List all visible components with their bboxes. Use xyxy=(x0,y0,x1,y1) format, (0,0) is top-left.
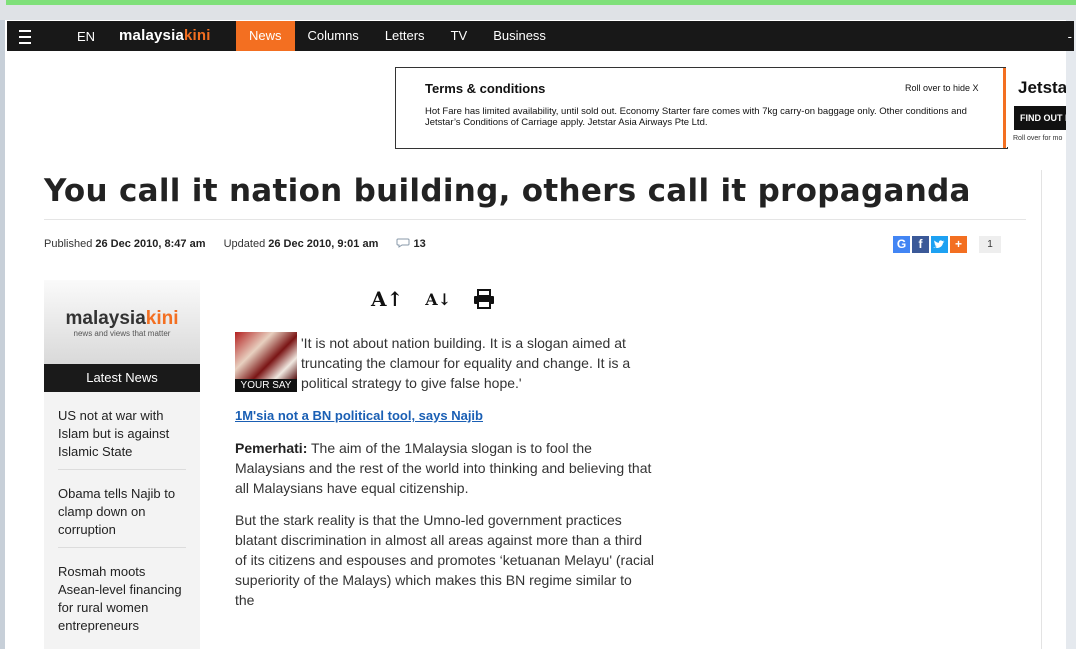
related-link-paragraph: 1M'sia not a BN political tool, says Naj… xyxy=(235,405,655,426)
share-count: 1 xyxy=(979,235,1001,253)
ad-terms-title: Terms & conditions xyxy=(425,81,546,96)
ad-hide-hint[interactable]: Roll over to hide X xyxy=(905,83,979,93)
article-tools: A↑ A↓ xyxy=(371,287,495,311)
nav-item-tv[interactable]: TV xyxy=(438,21,481,51)
ad-cta-button[interactable]: FIND OUT M xyxy=(1014,106,1066,130)
hamburger-menu-icon[interactable] xyxy=(19,26,37,46)
latest-news-heading: Latest News xyxy=(44,364,200,392)
ad-banner-terms[interactable]: Terms & conditions Roll over to hide X H… xyxy=(395,67,1008,149)
title-divider xyxy=(44,219,1026,220)
ad-brand: Jetsta xyxy=(1018,78,1066,97)
nav-item-columns[interactable]: Columns xyxy=(295,21,372,51)
nav-overflow-indicator[interactable]: - xyxy=(1068,29,1072,44)
sidebar-tagline: news and views that matter xyxy=(73,329,171,338)
printer-icon[interactable] xyxy=(473,289,495,309)
twitter-icon[interactable] xyxy=(931,235,948,253)
keyboard-image xyxy=(235,332,297,379)
content-divider xyxy=(1041,170,1042,649)
your-say-thumbnail: YOUR SAY xyxy=(235,332,297,392)
comment-author: Pemerhati: xyxy=(235,440,308,456)
ad-banner-jetstar[interactable]: Jetsta FIND OUT M Roll over for mo xyxy=(1006,67,1066,147)
nav-item-letters[interactable]: Letters xyxy=(372,21,438,51)
article-paragraph: Pemerhati: The aim of the 1Malaysia slog… xyxy=(235,438,655,498)
updated-label: Updated xyxy=(223,238,266,250)
plus-icon[interactable]: + xyxy=(950,235,967,253)
published-date: 26 Dec 2010, 8:47 am xyxy=(95,238,206,250)
share-bar: G f + 1 xyxy=(893,235,1001,253)
top-navbar: EN malaysiakini News Columns Letters TV … xyxy=(7,21,1074,51)
window-scrollbar[interactable] xyxy=(1066,20,1076,649)
nav-item-business[interactable]: Business xyxy=(480,21,559,51)
window-frame-left xyxy=(0,20,5,649)
sidebar-logo-main: malaysia xyxy=(65,308,146,329)
loading-bar xyxy=(6,0,1076,5)
latest-news-item[interactable]: US not at war with Islam but is against … xyxy=(58,392,186,470)
site-logo[interactable]: malaysiakini xyxy=(119,27,211,44)
font-decrease-button[interactable]: A↓ xyxy=(425,290,451,309)
latest-news-list: US not at war with Islam but is against … xyxy=(44,392,200,643)
sidebar-logo-accent: kini xyxy=(145,308,179,329)
latest-news-item[interactable]: Obama tells Najib to clamp down on corru… xyxy=(58,470,186,548)
comment-count[interactable]: 13 xyxy=(414,238,426,250)
article-meta: Published 26 Dec 2010, 8:47 am Updated 2… xyxy=(44,238,426,250)
your-say-label: YOUR SAY xyxy=(235,379,297,392)
language-switch[interactable]: EN xyxy=(77,29,95,44)
article-lead: YOUR SAY 'It is not about nation buildin… xyxy=(235,332,655,393)
sidebar-logo[interactable]: malaysiakini news and views that matter xyxy=(44,280,200,364)
facebook-icon[interactable]: f xyxy=(912,235,929,253)
article-paragraph: But the stark reality is that the Umno-l… xyxy=(235,512,655,608)
google-icon[interactable]: G xyxy=(893,235,910,253)
article-title: You call it nation building, others call… xyxy=(44,173,971,209)
latest-news-item[interactable]: Rosmah moots Asean-level financing for r… xyxy=(58,548,186,643)
comment-icon[interactable] xyxy=(396,238,410,248)
font-increase-button[interactable]: A↑ xyxy=(371,287,403,311)
related-article-link[interactable]: 1M'sia not a BN political tool, says Naj… xyxy=(235,408,483,423)
nav-item-news[interactable]: News xyxy=(236,21,295,51)
article-body: YOUR SAY 'It is not about nation buildin… xyxy=(235,332,655,622)
logo-text-main: malaysia xyxy=(119,27,184,44)
logo-text-accent: kini xyxy=(183,27,211,44)
latest-news-sidebar: malaysiakini news and views that matter … xyxy=(44,280,200,649)
published-label: Published xyxy=(44,238,93,250)
nav-menu: News Columns Letters TV Business xyxy=(236,21,559,51)
browser-top-strip xyxy=(0,0,1076,20)
updated-date: 26 Dec 2010, 9:01 am xyxy=(268,238,379,250)
ad-terms-text: Hot Fare has limited availability, until… xyxy=(425,106,967,128)
ad-roll-hint: Roll over for mo xyxy=(1013,135,1063,142)
lead-quote: 'It is not about nation building. It is … xyxy=(301,335,631,391)
